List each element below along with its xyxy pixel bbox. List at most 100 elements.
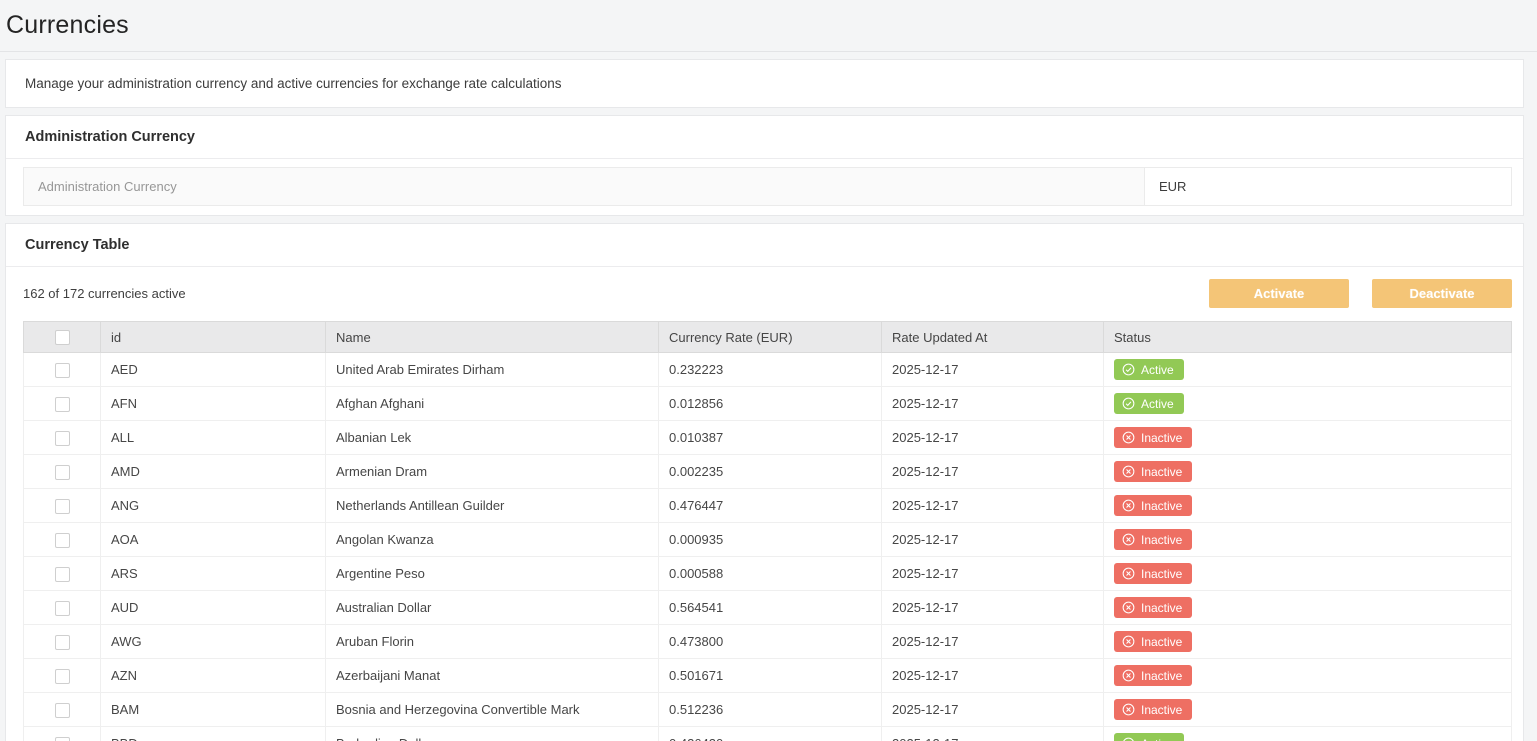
rate-updated-cell: 2025-12-17 bbox=[882, 421, 1104, 455]
status-badge: Inactive bbox=[1114, 461, 1192, 482]
rate-updated-cell: 2025-12-17 bbox=[882, 387, 1104, 421]
column-header-updated: Rate Updated At bbox=[882, 322, 1104, 353]
x-circle-icon bbox=[1122, 703, 1135, 716]
rate-updated-cell: 2025-12-17 bbox=[882, 727, 1104, 741]
table-header-row: id Name Currency Rate (EUR) Rate Updated… bbox=[24, 322, 1512, 353]
row-checkbox[interactable] bbox=[55, 533, 70, 548]
row-select-cell bbox=[24, 523, 101, 557]
status-cell: Inactive bbox=[1104, 489, 1512, 523]
row-select-cell bbox=[24, 625, 101, 659]
currency-table-section: Currency Table 162 of 172 currencies act… bbox=[5, 223, 1524, 741]
status-badge: Inactive bbox=[1114, 597, 1192, 618]
status-badge-label: Inactive bbox=[1141, 466, 1182, 478]
status-badge: Active bbox=[1114, 393, 1184, 414]
currency-rate-cell: 0.000588 bbox=[659, 557, 882, 591]
deactivate-button[interactable]: Deactivate bbox=[1372, 279, 1512, 308]
rate-updated-cell: 2025-12-17 bbox=[882, 659, 1104, 693]
row-checkbox[interactable] bbox=[55, 397, 70, 412]
table-row: BAM Bosnia and Herzegovina Convertible M… bbox=[24, 693, 1512, 727]
administration-currency-field-row: Administration Currency EUR bbox=[23, 167, 1512, 206]
status-badge-label: Inactive bbox=[1141, 704, 1182, 716]
currency-id-cell: AED bbox=[101, 353, 326, 387]
status-cell: Active bbox=[1104, 353, 1512, 387]
row-checkbox[interactable] bbox=[55, 669, 70, 684]
rate-updated-cell: 2025-12-17 bbox=[882, 523, 1104, 557]
table-row: AMD Armenian Dram 0.002235 2025-12-17 bbox=[24, 455, 1512, 489]
status-badge-label: Inactive bbox=[1141, 670, 1182, 682]
currency-name-cell: Australian Dollar bbox=[326, 591, 659, 625]
currency-rate-cell: 0.512236 bbox=[659, 693, 882, 727]
rate-updated-cell: 2025-12-17 bbox=[882, 591, 1104, 625]
status-badge: Inactive bbox=[1114, 665, 1192, 686]
currency-table: id Name Currency Rate (EUR) Rate Updated… bbox=[23, 321, 1512, 741]
x-circle-icon bbox=[1122, 465, 1135, 478]
x-circle-icon bbox=[1122, 499, 1135, 512]
row-checkbox[interactable] bbox=[55, 601, 70, 616]
status-badge: Active bbox=[1114, 359, 1184, 380]
currency-name-cell: Bosnia and Herzegovina Convertible Mark bbox=[326, 693, 659, 727]
administration-currency-value[interactable]: EUR bbox=[1144, 167, 1512, 206]
bulk-action-buttons: Activate Deactivate bbox=[1209, 279, 1512, 308]
status-badge: Inactive bbox=[1114, 699, 1192, 720]
status-badge-label: Inactive bbox=[1141, 568, 1182, 580]
currency-id-cell: ARS bbox=[101, 557, 326, 591]
status-cell: Inactive bbox=[1104, 659, 1512, 693]
page-header: Currencies bbox=[0, 0, 1537, 52]
currency-id-cell: AFN bbox=[101, 387, 326, 421]
select-all-checkbox[interactable] bbox=[55, 330, 70, 345]
table-row: AUD Australian Dollar 0.564541 2025-12-1… bbox=[24, 591, 1512, 625]
status-cell: Inactive bbox=[1104, 591, 1512, 625]
currency-rate-cell: 0.426420 bbox=[659, 727, 882, 741]
status-badge-label: Active bbox=[1141, 364, 1174, 376]
currency-id-cell: ALL bbox=[101, 421, 326, 455]
currency-table-toolbar: 162 of 172 currencies active Activate De… bbox=[6, 267, 1523, 320]
administration-currency-title: Administration Currency bbox=[6, 116, 1523, 159]
x-circle-icon bbox=[1122, 669, 1135, 682]
row-checkbox[interactable] bbox=[55, 635, 70, 650]
row-select-cell bbox=[24, 387, 101, 421]
currency-rate-cell: 0.501671 bbox=[659, 659, 882, 693]
x-circle-icon bbox=[1122, 567, 1135, 580]
row-checkbox[interactable] bbox=[55, 465, 70, 480]
currency-id-cell: AUD bbox=[101, 591, 326, 625]
currency-rate-cell: 0.010387 bbox=[659, 421, 882, 455]
status-badge-label: Inactive bbox=[1141, 432, 1182, 444]
currency-rate-cell: 0.012856 bbox=[659, 387, 882, 421]
currency-table-body: AED United Arab Emirates Dirham 0.232223… bbox=[24, 353, 1512, 741]
row-checkbox[interactable] bbox=[55, 703, 70, 718]
currency-id-cell: AMD bbox=[101, 455, 326, 489]
currency-name-cell: Afghan Afghani bbox=[326, 387, 659, 421]
row-select-cell bbox=[24, 557, 101, 591]
column-header-status: Status bbox=[1104, 322, 1512, 353]
currency-table-wrapper: id Name Currency Rate (EUR) Rate Updated… bbox=[6, 320, 1523, 741]
check-circle-icon bbox=[1122, 397, 1135, 410]
currency-rate-cell: 0.232223 bbox=[659, 353, 882, 387]
row-select-cell bbox=[24, 353, 101, 387]
x-circle-icon bbox=[1122, 601, 1135, 614]
currency-id-cell: BBD bbox=[101, 727, 326, 741]
row-checkbox[interactable] bbox=[55, 363, 70, 378]
status-cell: Inactive bbox=[1104, 523, 1512, 557]
table-row: AZN Azerbaijani Manat 0.501671 2025-12-1… bbox=[24, 659, 1512, 693]
table-row: ANG Netherlands Antillean Guilder 0.4764… bbox=[24, 489, 1512, 523]
row-select-cell bbox=[24, 421, 101, 455]
row-select-cell bbox=[24, 591, 101, 625]
row-select-cell bbox=[24, 489, 101, 523]
rate-updated-cell: 2025-12-17 bbox=[882, 625, 1104, 659]
status-badge: Inactive bbox=[1114, 529, 1192, 550]
table-row: AED United Arab Emirates Dirham 0.232223… bbox=[24, 353, 1512, 387]
status-badge: Inactive bbox=[1114, 495, 1192, 516]
activate-button[interactable]: Activate bbox=[1209, 279, 1349, 308]
rate-updated-cell: 2025-12-17 bbox=[882, 455, 1104, 489]
table-row: ALL Albanian Lek 0.010387 2025-12-17 bbox=[24, 421, 1512, 455]
table-row: AWG Aruban Florin 0.473800 2025-12-17 bbox=[24, 625, 1512, 659]
status-cell: Inactive bbox=[1104, 693, 1512, 727]
page-description-card: Manage your administration currency and … bbox=[5, 59, 1524, 108]
check-circle-icon bbox=[1122, 363, 1135, 376]
currency-name-cell: United Arab Emirates Dirham bbox=[326, 353, 659, 387]
row-checkbox[interactable] bbox=[55, 499, 70, 514]
status-badge-label: Inactive bbox=[1141, 636, 1182, 648]
row-checkbox[interactable] bbox=[55, 431, 70, 446]
row-checkbox[interactable] bbox=[55, 567, 70, 582]
row-checkbox[interactable] bbox=[55, 737, 70, 741]
